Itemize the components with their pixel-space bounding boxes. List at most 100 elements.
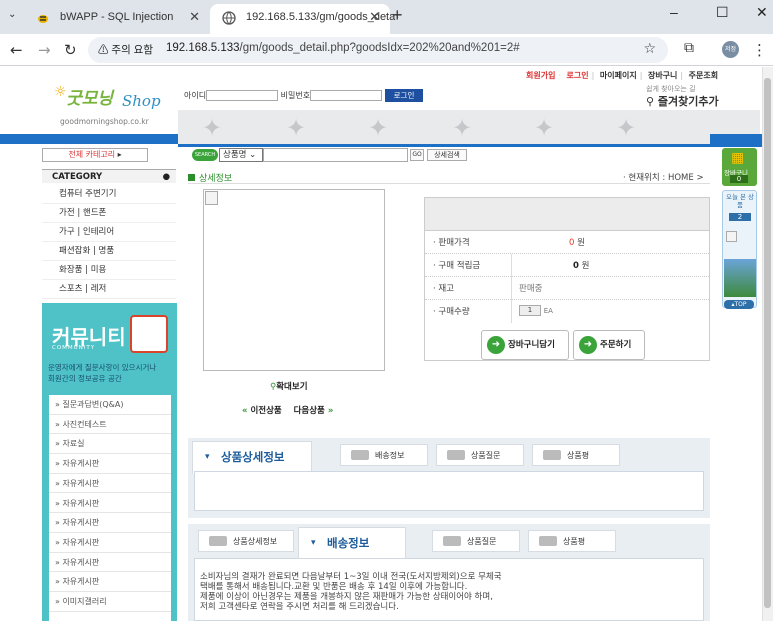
cart-link[interactable]: 장바구니 — [648, 71, 677, 80]
order-link[interactable]: 주문조회 — [689, 71, 718, 80]
search-field-select[interactable]: 상품명 ⌄ — [219, 148, 263, 162]
shipping-text-line: 저희 고객센타로 연락을 주시면 처리를 해 드리겠습니다. — [200, 602, 399, 612]
scrollbar-thumb[interactable] — [764, 78, 771, 608]
price-value: 0 — [569, 238, 575, 248]
tab-title: bWAPP - SQL Injection — [60, 11, 174, 23]
tab-search-button[interactable]: ⌄ — [8, 9, 16, 20]
site-logo[interactable]: ☼ 굿모닝 Shop goodmorningshop.co.kr — [54, 84, 164, 130]
menu-banner: ✦ ✦ ✦ ✦ ✦ ✦ — [178, 110, 760, 144]
extensions-icon[interactable]: ⧉ — [684, 40, 694, 56]
detail-tabs-section: ▾ 상품상세정보 배송정보 상품질문 상품평 — [188, 438, 710, 518]
close-icon[interactable]: ✕ — [369, 4, 380, 30]
password-field[interactable] — [310, 90, 383, 101]
broken-image-icon[interactable] — [726, 231, 737, 242]
forward-icon[interactable]: → — [38, 41, 51, 59]
close-window-button[interactable]: ✕ — [756, 4, 768, 21]
login-form: 아이디 비밀번호 로그인 — [184, 89, 424, 102]
login-button[interactable]: 로그인 — [384, 89, 424, 102]
broken-image-icon — [205, 191, 218, 205]
search-go-button[interactable]: GO — [410, 149, 424, 161]
community-item[interactable]: » 자유게시판 — [49, 572, 171, 592]
category-item[interactable]: 패션잡화 | 명품 — [42, 242, 176, 261]
puzzle-icon: ✦ — [202, 114, 223, 142]
tab-product-review[interactable]: 상품평 — [532, 444, 620, 466]
new-tab-button[interactable]: + — [392, 5, 403, 26]
tab-product-detail[interactable]: ▾ 상품상세정보 — [192, 441, 312, 474]
profile-avatar[interactable]: 저정 — [722, 41, 739, 58]
id-field[interactable] — [206, 90, 279, 101]
community-item[interactable]: » 자유게시판 — [49, 454, 171, 474]
puzzle-icon: ✦ — [616, 114, 637, 142]
search-badge: SEARCH — [192, 149, 218, 161]
detail-search-button[interactable]: 상세검색 — [427, 149, 467, 161]
back-icon[interactable]: ← — [10, 41, 23, 59]
browser-tab-goods[interactable]: 192.168.5.133/gm/goods_deta ✕ — [210, 4, 395, 34]
price-row: · 판매가격 0 원 — [425, 231, 709, 254]
all-categories-button[interactable]: 전체 카테고리 ▸ — [42, 148, 148, 162]
tab-product-question[interactable]: 상품질문 — [436, 444, 524, 466]
community-item[interactable]: » 자유게시판 — [49, 533, 171, 553]
mypage-link[interactable]: 마이페이지 — [600, 71, 637, 80]
divider — [188, 183, 710, 184]
add-to-cart-button[interactable]: ➜ 장바구니담기 — [481, 330, 569, 360]
address-bar[interactable]: ⚠ 주의 요함 192.168.5.133/gm/goods_detail.ph… — [88, 37, 668, 63]
category-header: CATEGORY ● — [42, 169, 176, 183]
community-item[interactable]: » 질문과답변(Q&A) — [49, 395, 171, 415]
floating-cart-widget[interactable]: ▦ 장바구니 0 — [722, 148, 757, 186]
quantity-unit: EA — [543, 307, 553, 315]
order-button[interactable]: ➜ 주문하기 — [573, 330, 645, 360]
category-item[interactable]: 가전 | 핸드폰 — [42, 204, 176, 223]
tab-shipping-info[interactable]: ▾ 배송정보 — [298, 527, 406, 559]
shipping-text-line: 택배를 통해서 배송됩니다.교환 및 반품은 배송 후 14일 이후에 가능합니… — [200, 582, 468, 592]
tab-product-review[interactable]: 상품평 — [528, 530, 616, 552]
chevron-down-icon: ⌄ — [249, 150, 257, 160]
search-input[interactable] — [263, 148, 408, 162]
browser-toolbar: ← → ↻ ⚠ 주의 요함 192.168.5.133/gm/goods_det… — [0, 34, 773, 66]
chevron-down-icon: ▾ — [205, 452, 210, 462]
community-item[interactable]: » 자료실 — [49, 434, 171, 455]
product-image[interactable] — [203, 189, 385, 371]
category-item[interactable]: 스포츠 | 레저 — [42, 280, 176, 299]
category-item[interactable]: 가구 | 인테리어 — [42, 223, 176, 242]
menu-kebab-icon[interactable]: ⋮ — [752, 41, 767, 59]
top-links: 회원가입 · 로그인 | 마이페이지 | 장바구니 | 주문조회 — [526, 71, 719, 80]
category-item[interactable]: 컴퓨터 주변기기 — [42, 185, 176, 204]
close-icon[interactable]: ✕ — [189, 4, 200, 30]
stock-row: · 재고 판매중 — [425, 277, 709, 300]
community-item[interactable]: » 자유게시판 — [49, 553, 171, 573]
browser-tab-bwapp[interactable]: bWAPP - SQL Injection ✕ — [24, 4, 210, 34]
zoom-link[interactable]: ⚲확대보기 — [270, 380, 308, 392]
breadcrumb-text: 현재위치 : HOME > — [628, 173, 704, 183]
add-favorite-link[interactable]: ⚲ 즐겨찾기추가 — [646, 93, 719, 109]
community-item[interactable]: » 사진컨테스트 — [49, 415, 171, 435]
tab-product-detail[interactable]: 상품상세정보 — [198, 530, 294, 552]
password-label: 비밀번호 — [280, 91, 311, 100]
bookmark-star-icon[interactable]: ☆ — [643, 41, 656, 57]
chat-icon — [543, 450, 561, 460]
security-warning[interactable]: ⚠ 주의 요함 — [98, 42, 153, 57]
maximize-button[interactable]: ☐ — [716, 4, 729, 21]
square-icon — [188, 174, 195, 181]
community-subtitle: COMMUNITY — [52, 345, 96, 351]
community-item[interactable]: » 자유게시판 — [49, 474, 171, 494]
zoom-text: 확대보기 — [276, 382, 308, 392]
category-item[interactable]: 화장품 | 미용 — [42, 261, 176, 280]
price-label: 판매가격 — [438, 238, 470, 248]
prev-product-link[interactable]: « 이전상품 — [242, 406, 282, 416]
tab-shipping-info[interactable]: 배송정보 — [340, 444, 428, 466]
minimize-button[interactable]: – — [670, 4, 678, 20]
next-product-link[interactable]: 다음상품 » — [294, 406, 334, 416]
tab-product-question[interactable]: 상품질문 — [432, 530, 520, 552]
signup-link[interactable]: 회원가입 — [526, 71, 555, 80]
community-item[interactable]: » 이미지갤러리 — [49, 592, 171, 612]
url-text[interactable]: 192.168.5.133/gm/goods_detail.php?goodsI… — [166, 42, 520, 54]
community-item[interactable]: » 자유게시판 — [49, 513, 171, 533]
recent-product-thumbnail[interactable] — [724, 259, 756, 297]
reload-icon[interactable]: ↻ — [64, 41, 77, 59]
calendar-icon — [130, 315, 168, 353]
scroll-top-button[interactable]: ▴TOP — [724, 300, 754, 309]
product-detail-content — [194, 471, 704, 511]
login-link[interactable]: 로그인 — [567, 71, 589, 80]
community-item[interactable]: » 자유게시판 — [49, 494, 171, 514]
quantity-input[interactable]: 1 — [519, 305, 541, 316]
